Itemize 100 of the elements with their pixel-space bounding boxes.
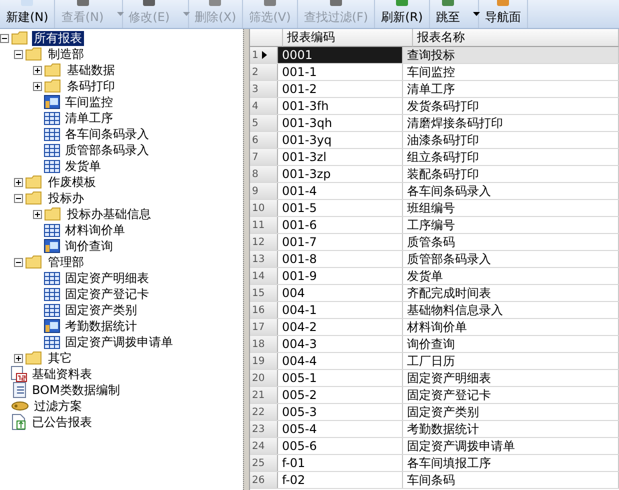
expand-icon[interactable] [33, 210, 42, 218]
query-icon [44, 239, 60, 253]
collapse-icon[interactable] [14, 50, 23, 58]
table-cell: 0001 [278, 47, 403, 63]
toolbar-icon [21, 0, 34, 6]
row-number: 25 [250, 455, 278, 471]
table-icon [44, 288, 60, 300]
tree-item[interactable]: 车间监控 [63, 94, 115, 110]
folder-icon [11, 31, 29, 45]
row-number: 12 [250, 234, 278, 250]
row-number: 8 [250, 166, 278, 182]
row-number: 3 [250, 81, 278, 97]
toolbar-icon [143, 0, 156, 6]
row-number: 15 [250, 285, 278, 301]
row-number: 20 [250, 370, 278, 386]
toolbar-icon [442, 0, 454, 6]
row-number: 7 [250, 149, 278, 165]
toolbar-icon [396, 0, 408, 6]
row-number: 4 [250, 98, 278, 114]
tree-item[interactable]: 基础数据 [65, 62, 117, 78]
folder-icon [25, 351, 43, 365]
tree-item[interactable]: 材料询价单 [63, 222, 127, 238]
column-header[interactable]: 报表编码 [283, 29, 413, 47]
tree-item[interactable]: 制造部 [46, 46, 86, 62]
row-number: 14 [250, 268, 278, 284]
row-number: 5 [250, 115, 278, 131]
row-number: 11 [250, 217, 278, 233]
toolbar-button[interactable]: 跳至 [430, 0, 479, 28]
toolbar-button[interactable]: 新建(N) [0, 0, 56, 28]
table-icon [44, 304, 60, 316]
row-number: 16 [250, 302, 278, 318]
splitter-handle[interactable] [243, 29, 250, 490]
tree-item[interactable]: 过滤方案 [32, 398, 84, 414]
document-icon [11, 414, 27, 430]
query-icon [44, 319, 60, 333]
row-number: 2 [250, 64, 278, 80]
tree-item[interactable]: 管理部 [46, 254, 86, 270]
tree-item[interactable]: 条码打印 [65, 78, 117, 94]
row-number: 9 [250, 183, 278, 199]
tree-item[interactable]: 其它 [46, 350, 74, 366]
table-icon [44, 128, 60, 140]
tree-item[interactable]: BOM类数据编制 [30, 382, 122, 398]
folder-icon [25, 47, 43, 61]
corner-header [250, 29, 283, 47]
row-number: 23 [250, 421, 278, 437]
tree-item[interactable]: 已公告报表 [30, 414, 94, 430]
toolbar-button[interactable]: 刷新(R) [375, 0, 430, 28]
tree-item[interactable]: 询价查询 [63, 238, 115, 254]
toolbar-button[interactable]: 导航面 [478, 0, 528, 28]
column-header[interactable]: 报表名称 [413, 29, 619, 47]
toolbar-icon [330, 0, 342, 6]
tree-item[interactable]: 发货单 [63, 158, 103, 174]
row-number: 6 [250, 132, 278, 148]
folder-icon [25, 175, 43, 189]
toolbar-icon [496, 0, 509, 6]
tree-item[interactable]: 质管部条码录入 [63, 142, 151, 158]
calendar-icon [11, 366, 27, 382]
row-number: 24 [250, 438, 278, 454]
folder-icon [44, 79, 62, 93]
expand-icon[interactable] [33, 82, 42, 90]
collapse-icon[interactable] [14, 194, 23, 202]
collapse-icon[interactable] [14, 258, 23, 266]
tree-item[interactable]: 考勤数据统计 [63, 318, 139, 334]
toolbar-icon [264, 0, 276, 6]
tree-item[interactable]: 作废模板 [46, 174, 98, 190]
query-icon [44, 95, 60, 109]
tree-item[interactable]: 清单工序 [63, 110, 115, 126]
row-number: 18 [250, 336, 278, 352]
expand-icon[interactable] [14, 178, 23, 186]
table-icon [44, 112, 60, 124]
table-icon [44, 272, 60, 284]
folder-icon [25, 191, 43, 205]
tree-item[interactable]: 固定资产调拨申请单 [63, 334, 175, 350]
row-number: 22 [250, 404, 278, 420]
folder-icon [44, 207, 62, 221]
table-cell: 查询投标 [403, 47, 619, 63]
row-number: 17 [250, 319, 278, 335]
tree-item[interactable]: 固定资产登记卡 [63, 286, 151, 302]
row-number: 26 [250, 472, 278, 488]
collapse-icon[interactable] [0, 34, 9, 42]
folder-icon [44, 63, 62, 77]
expand-icon[interactable] [14, 354, 23, 362]
tree-item[interactable]: 各车间条码录入 [63, 126, 151, 142]
tree-item[interactable]: 基础资料表 [30, 366, 94, 382]
toolbar-icon [76, 0, 89, 6]
table-icon [44, 336, 60, 348]
folder-icon [25, 255, 43, 269]
table-icon [44, 224, 60, 236]
row-number: 21 [250, 387, 278, 403]
tree-item[interactable]: 投标办 [46, 190, 86, 206]
row-number: 19 [250, 353, 278, 369]
tree-item[interactable]: 固定资产明细表 [63, 270, 151, 286]
tree-item[interactable]: 所有报表 [32, 30, 84, 46]
list-icon [11, 382, 27, 398]
table-icon [44, 160, 60, 172]
row-number: 1 [250, 47, 278, 63]
table-icon [44, 144, 60, 156]
tree-item[interactable]: 投标办基础信息 [65, 206, 153, 222]
tree-item[interactable]: 固定资产类别 [63, 302, 139, 318]
expand-icon[interactable] [33, 66, 42, 74]
